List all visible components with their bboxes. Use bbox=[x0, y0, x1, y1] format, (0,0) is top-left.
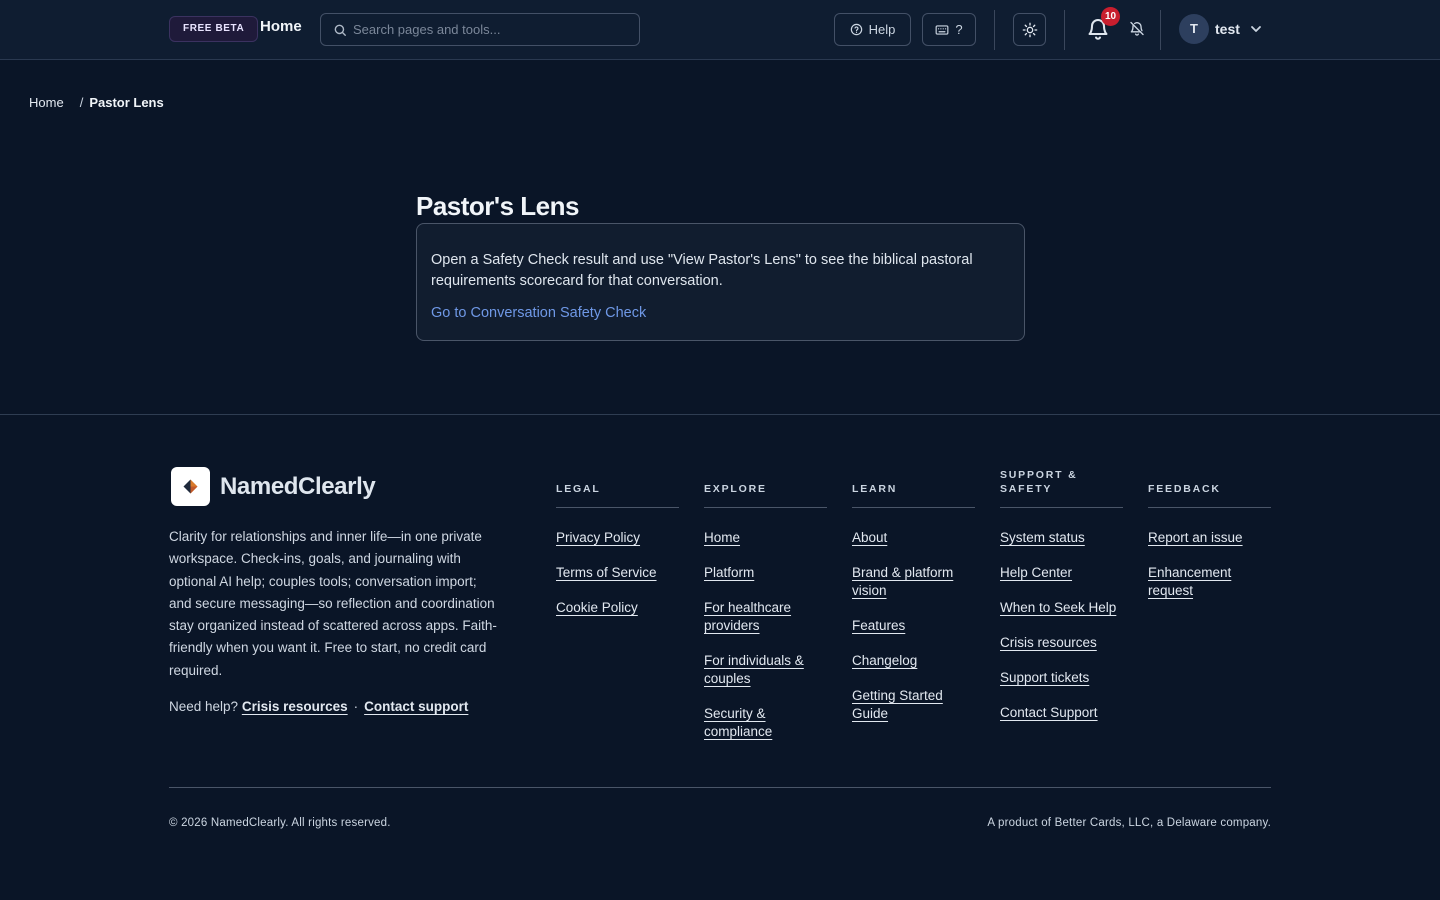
need-help-line: Need help? Crisis resources · Contact supp… bbox=[169, 699, 468, 714]
footer-column-legal: LEGAL Privacy Policy Terms of Service Co… bbox=[556, 470, 679, 634]
info-card: Open a Safety Check result and use "View… bbox=[416, 223, 1025, 341]
breadcrumb: Home / Pastor Lens bbox=[29, 95, 164, 110]
chevron-down-icon[interactable] bbox=[1250, 24, 1262, 34]
bell-off-icon[interactable] bbox=[1129, 20, 1145, 37]
home-link[interactable]: Home bbox=[260, 18, 302, 35]
footer-link[interactable]: Cookie Policy bbox=[556, 599, 679, 617]
company-note: A product of Better Cards, LLC, a Delawa… bbox=[987, 817, 1271, 829]
header-divider bbox=[1064, 10, 1065, 50]
logo-icon bbox=[171, 467, 210, 506]
footer-link[interactable]: Report an issue bbox=[1148, 529, 1271, 547]
footer-divider bbox=[0, 414, 1440, 415]
need-help-label: Need help? bbox=[169, 699, 239, 714]
footer-link[interactable]: Features bbox=[852, 617, 975, 635]
footer-blurb: Clarity for relationships and inner life… bbox=[169, 529, 497, 678]
notification-count-badge: 10 bbox=[1101, 7, 1120, 26]
help-label: Help bbox=[868, 22, 896, 37]
footer-link[interactable]: Brand & platform vision bbox=[852, 564, 975, 600]
header-divider bbox=[1160, 10, 1161, 50]
top-bar: FREE BETA Home Help ? 10 T test bbox=[0, 0, 1440, 60]
footer-link[interactable]: Terms of Service bbox=[556, 564, 679, 582]
footer-link[interactable]: Security & compliance bbox=[704, 705, 827, 741]
footer-link[interactable]: Crisis resources bbox=[1000, 634, 1123, 652]
free-beta-badge: FREE BETA bbox=[169, 16, 259, 42]
keyboard-shortcuts-button[interactable]: ? bbox=[922, 13, 976, 46]
user-name[interactable]: test bbox=[1215, 21, 1240, 37]
link-separator: · bbox=[353, 699, 359, 714]
help-button[interactable]: Help bbox=[834, 13, 911, 46]
footer-link[interactable]: About bbox=[852, 529, 975, 547]
brand-name[interactable]: NamedClearly bbox=[220, 473, 376, 501]
header-divider bbox=[994, 10, 995, 50]
footer-link[interactable]: For healthcare providers bbox=[704, 599, 827, 635]
footer-column-explore: EXPLORE Home Platform For healthcare pro… bbox=[704, 470, 827, 758]
breadcrumb-current: Pastor Lens bbox=[89, 95, 164, 110]
contact-support-link[interactable]: Contact support bbox=[364, 699, 468, 714]
column-heading: LEARN bbox=[852, 470, 975, 508]
footer-link[interactable]: For individuals & couples bbox=[704, 652, 827, 688]
column-heading: EXPLORE bbox=[704, 470, 827, 508]
breadcrumb-separator: / bbox=[79, 95, 84, 110]
footer-column-feedback: FEEDBACK Report an issue Enhancement req… bbox=[1148, 470, 1271, 617]
footer-link[interactable]: Help Center bbox=[1000, 564, 1123, 582]
footer-column-support: SUPPORT & SAFETY System status Help Cent… bbox=[1000, 469, 1123, 739]
shortcuts-label: ? bbox=[955, 22, 963, 37]
footer-link[interactable]: System status bbox=[1000, 529, 1123, 547]
footer-column-learn: LEARN About Brand & platform vision Feat… bbox=[852, 470, 975, 740]
keyboard-icon bbox=[935, 24, 949, 35]
safety-check-link[interactable]: Go to Conversation Safety Check bbox=[431, 305, 646, 321]
breadcrumb-home[interactable]: Home bbox=[29, 95, 64, 110]
footer-link[interactable]: Home bbox=[704, 529, 827, 547]
footer-link[interactable]: Enhancement request bbox=[1148, 564, 1271, 600]
footer-link[interactable]: Platform bbox=[704, 564, 827, 582]
theme-toggle-button[interactable] bbox=[1013, 13, 1046, 46]
card-description: Open a Safety Check result and use "View… bbox=[431, 252, 973, 289]
column-heading: SUPPORT & SAFETY bbox=[1000, 469, 1123, 508]
footer-rule bbox=[169, 787, 1271, 788]
footer-link[interactable]: When to Seek Help bbox=[1000, 599, 1123, 617]
page-title: Pastor's Lens bbox=[416, 191, 579, 221]
footer-link[interactable]: Support tickets bbox=[1000, 669, 1123, 687]
avatar[interactable]: T bbox=[1179, 14, 1209, 44]
footer-link[interactable]: Contact Support bbox=[1000, 704, 1123, 722]
footer-link[interactable]: Getting Started Guide bbox=[852, 687, 975, 723]
search-box[interactable] bbox=[320, 13, 640, 46]
footer-link[interactable]: Privacy Policy bbox=[556, 529, 679, 547]
column-heading: FEEDBACK bbox=[1148, 470, 1271, 508]
help-circle-icon bbox=[850, 23, 862, 36]
search-input[interactable] bbox=[353, 14, 633, 45]
search-icon bbox=[334, 24, 346, 36]
sun-icon bbox=[1022, 22, 1037, 37]
crisis-resources-link[interactable]: Crisis resources bbox=[242, 699, 348, 714]
footer-link[interactable]: Changelog bbox=[852, 652, 975, 670]
copyright: © 2026 NamedClearly. All rights reserved… bbox=[169, 817, 391, 829]
column-heading: LEGAL bbox=[556, 470, 679, 508]
